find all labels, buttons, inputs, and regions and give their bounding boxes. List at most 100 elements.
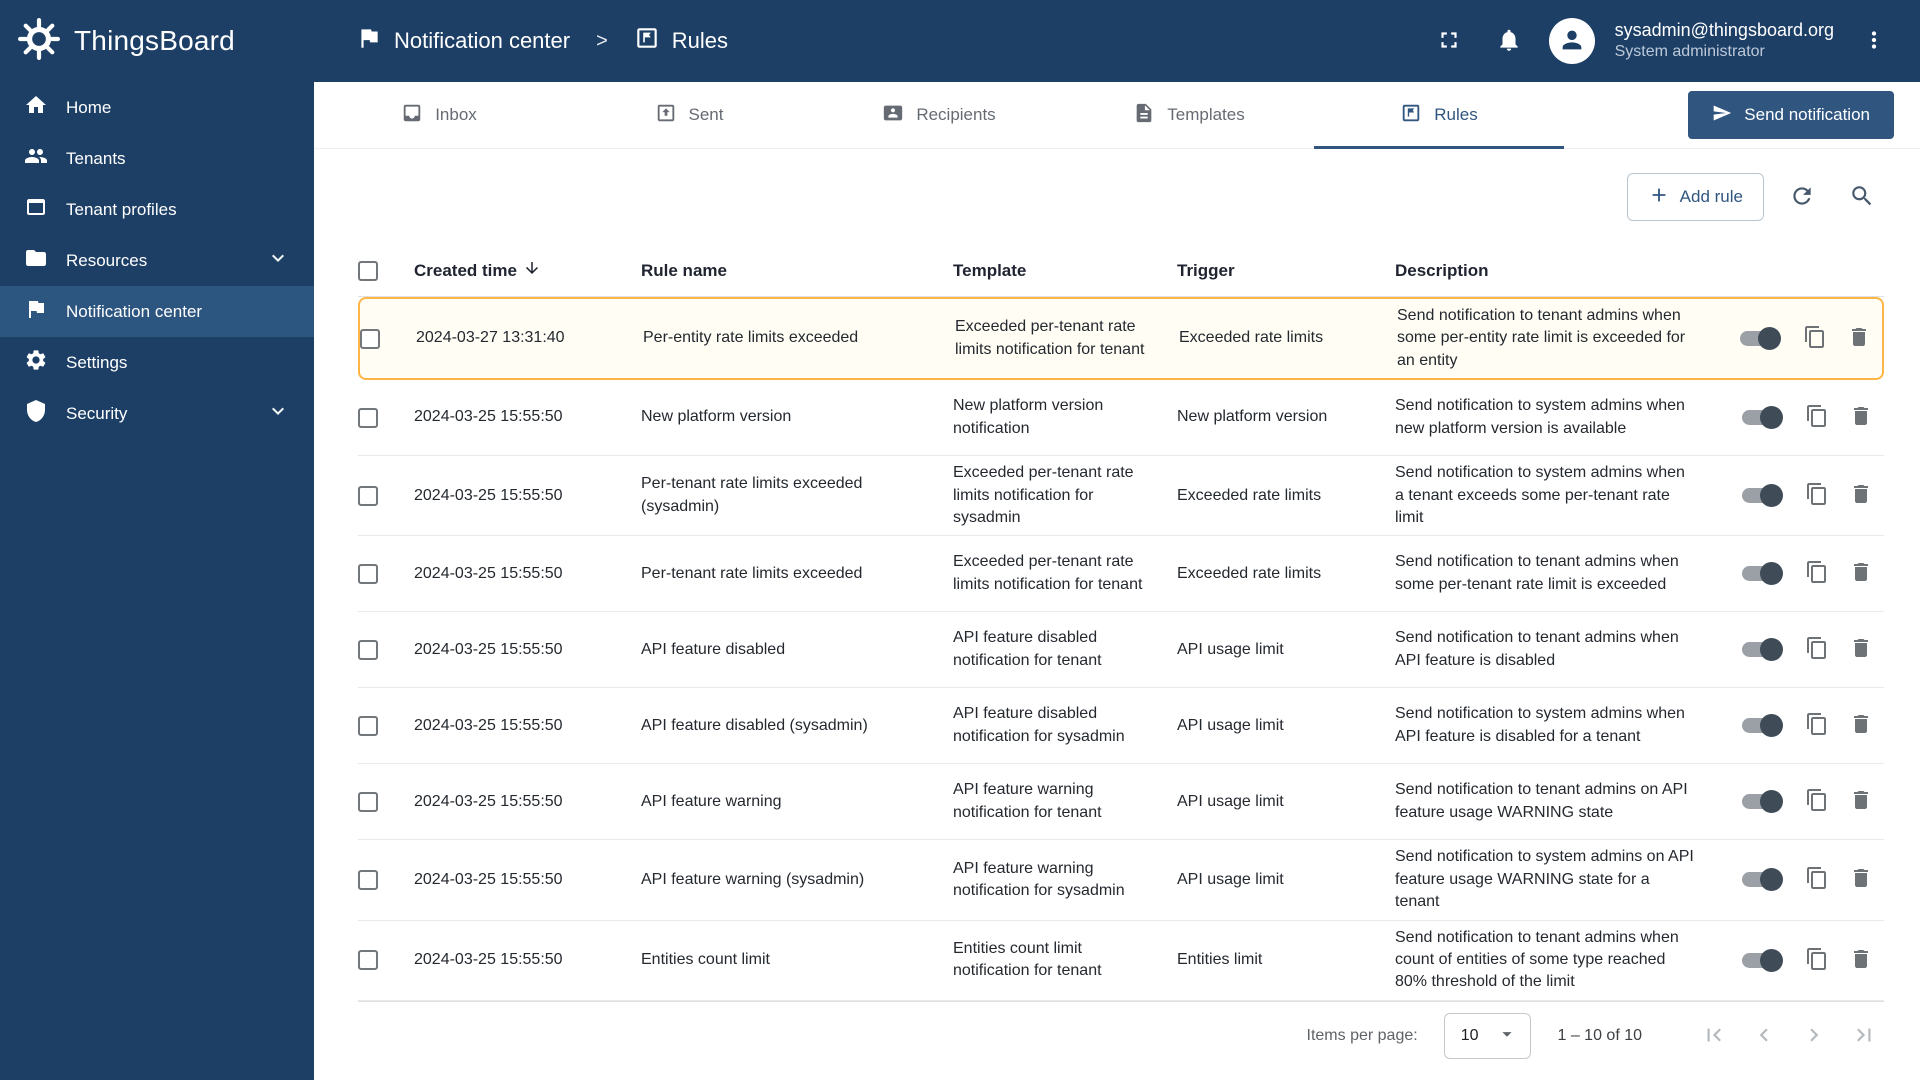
- delete-rule-button[interactable]: [1840, 629, 1882, 671]
- table-row[interactable]: 2024-03-25 15:55:50 Entities count limit…: [358, 921, 1884, 1001]
- row-checkbox[interactable]: [358, 407, 378, 428]
- cell-rule-name: API feature disabled (sysadmin): [641, 716, 868, 734]
- copy-rule-button[interactable]: [1796, 939, 1838, 981]
- sidebar-item-settings[interactable]: Settings: [0, 337, 314, 388]
- first-page-button[interactable]: [1694, 1016, 1734, 1056]
- table-row[interactable]: 2024-03-27 13:31:40 Per-entity rate limi…: [358, 297, 1884, 381]
- copy-rule-button[interactable]: [1796, 475, 1838, 517]
- column-header-template[interactable]: Template: [953, 261, 1177, 281]
- previous-page-button[interactable]: [1744, 1016, 1784, 1056]
- sidebar-item-resources[interactable]: Resources: [0, 235, 314, 286]
- sidebar-item-label: Resources: [66, 250, 148, 270]
- row-checkbox[interactable]: [358, 563, 378, 584]
- row-checkbox[interactable]: [358, 639, 378, 660]
- row-checkbox[interactable]: [360, 328, 380, 349]
- tab-templates[interactable]: Templates: [1064, 82, 1314, 148]
- copy-icon: [1805, 404, 1829, 431]
- tab-sent[interactable]: Sent: [564, 82, 814, 148]
- sidebar-item-security[interactable]: Security: [0, 388, 314, 439]
- delete-rule-button[interactable]: [1840, 397, 1882, 439]
- notifications-bell-button[interactable]: [1489, 21, 1529, 61]
- enable-rule-toggle[interactable]: [1740, 327, 1781, 351]
- refresh-button[interactable]: [1780, 175, 1824, 219]
- table-body: 2024-03-27 13:31:40 Per-entity rate limi…: [358, 297, 1884, 1001]
- enable-rule-toggle[interactable]: [1742, 484, 1783, 508]
- tab-recipients[interactable]: Recipients: [814, 82, 1064, 148]
- breadcrumb-item[interactable]: Notification center: [394, 28, 570, 54]
- table-row[interactable]: 2024-03-25 15:55:50 API feature disabled…: [358, 688, 1884, 765]
- enable-rule-toggle[interactable]: [1742, 948, 1783, 972]
- sidebar-item-tenants[interactable]: Tenants: [0, 133, 314, 184]
- row-checkbox[interactable]: [358, 715, 378, 736]
- column-header-description[interactable]: Description: [1395, 261, 1712, 281]
- delete-rule-button[interactable]: [1840, 553, 1882, 595]
- copy-rule-button[interactable]: [1796, 629, 1838, 671]
- next-page-button[interactable]: [1794, 1016, 1834, 1056]
- delete-rule-button[interactable]: [1840, 939, 1882, 981]
- table-row[interactable]: 2024-03-25 15:55:50 New platform version…: [358, 380, 1884, 457]
- row-checkbox[interactable]: [358, 485, 378, 506]
- table-row[interactable]: 2024-03-25 15:55:50 API feature warning …: [358, 764, 1884, 841]
- cell-created-time: 2024-03-25 15:55:50: [414, 716, 563, 734]
- table-row[interactable]: 2024-03-25 15:55:50 Per-tenant rate limi…: [358, 456, 1884, 537]
- breadcrumb-separator: >: [596, 29, 608, 52]
- column-header-trigger[interactable]: Trigger: [1177, 261, 1395, 281]
- enable-rule-toggle[interactable]: [1742, 790, 1783, 814]
- copy-rule-button[interactable]: [1796, 397, 1838, 439]
- delete-rule-button[interactable]: [1838, 318, 1880, 360]
- user-email: sysadmin@thingsboard.org: [1614, 19, 1834, 40]
- cell-template: Exceeded per-tenant rate limits notifica…: [953, 553, 1143, 593]
- search-button[interactable]: [1840, 175, 1884, 219]
- cell-template: Entities count limit notification for te…: [953, 939, 1102, 980]
- tab-rules[interactable]: Rules: [1314, 82, 1564, 149]
- last-page-button[interactable]: [1844, 1016, 1884, 1056]
- page-range-label: 1 – 10 of 10: [1557, 1027, 1642, 1045]
- copy-rule-button[interactable]: [1794, 318, 1836, 360]
- trash-icon: [1847, 325, 1871, 352]
- user-avatar[interactable]: [1548, 18, 1595, 64]
- sidebar-item-tenant-profiles[interactable]: Tenant profiles: [0, 184, 314, 235]
- table-row[interactable]: 2024-03-25 15:55:50 Per-tenant rate limi…: [358, 536, 1884, 613]
- delete-rule-button[interactable]: [1840, 475, 1882, 517]
- chevron-down-icon: [266, 246, 290, 275]
- copy-icon: [1805, 482, 1829, 509]
- delete-rule-button[interactable]: [1840, 705, 1882, 747]
- copy-rule-button[interactable]: [1796, 705, 1838, 747]
- add-rule-button[interactable]: Add rule: [1626, 173, 1764, 221]
- chevron-down-icon: [266, 399, 290, 428]
- cell-template: Exceeded per-tenant rate limits notifica…: [953, 464, 1134, 526]
- enable-rule-toggle[interactable]: [1742, 406, 1783, 430]
- delete-rule-button[interactable]: [1840, 859, 1882, 901]
- sidebar-item-notification-center[interactable]: Notification center: [0, 286, 314, 337]
- row-checkbox[interactable]: [358, 791, 378, 812]
- copy-rule-button[interactable]: [1796, 553, 1838, 595]
- table-row[interactable]: 2024-03-25 15:55:50 API feature disabled…: [358, 612, 1884, 689]
- delete-rule-button[interactable]: [1840, 781, 1882, 823]
- copy-rule-button[interactable]: [1796, 859, 1838, 901]
- sidebar-item-home[interactable]: Home: [0, 82, 314, 133]
- tab-inbox[interactable]: Inbox: [314, 82, 564, 148]
- fullscreen-button[interactable]: [1429, 21, 1469, 61]
- cell-description: Send notification to tenant admins on AP…: [1395, 781, 1688, 821]
- row-checkbox[interactable]: [358, 869, 378, 890]
- table-row[interactable]: 2024-03-25 15:55:50 API feature warning …: [358, 840, 1884, 921]
- cell-rule-name: Per-tenant rate limits exceeded: [641, 564, 863, 582]
- column-header-created-time[interactable]: Created time: [414, 259, 641, 282]
- enable-rule-toggle[interactable]: [1742, 562, 1783, 586]
- enable-rule-toggle[interactable]: [1742, 638, 1783, 662]
- breadcrumb: Notification center > Rules: [356, 25, 728, 57]
- copy-rule-button[interactable]: [1796, 781, 1838, 823]
- column-header-rule-name[interactable]: Rule name: [641, 261, 953, 281]
- trash-icon: [1849, 947, 1873, 974]
- cell-created-time: 2024-03-25 15:55:50: [414, 564, 563, 582]
- page-size-select[interactable]: 10: [1443, 1013, 1532, 1060]
- row-checkbox[interactable]: [358, 950, 378, 971]
- send-notification-button[interactable]: Send notification: [1688, 91, 1894, 139]
- table-header: Created time Rule name Template Trigger …: [358, 245, 1884, 297]
- enable-rule-toggle[interactable]: [1742, 714, 1783, 738]
- enable-rule-toggle[interactable]: [1742, 868, 1783, 892]
- cell-trigger: API usage limit: [1177, 716, 1284, 734]
- select-all-checkbox[interactable]: [358, 260, 378, 281]
- recipients-icon: [882, 102, 904, 129]
- user-menu-button[interactable]: [1854, 21, 1894, 61]
